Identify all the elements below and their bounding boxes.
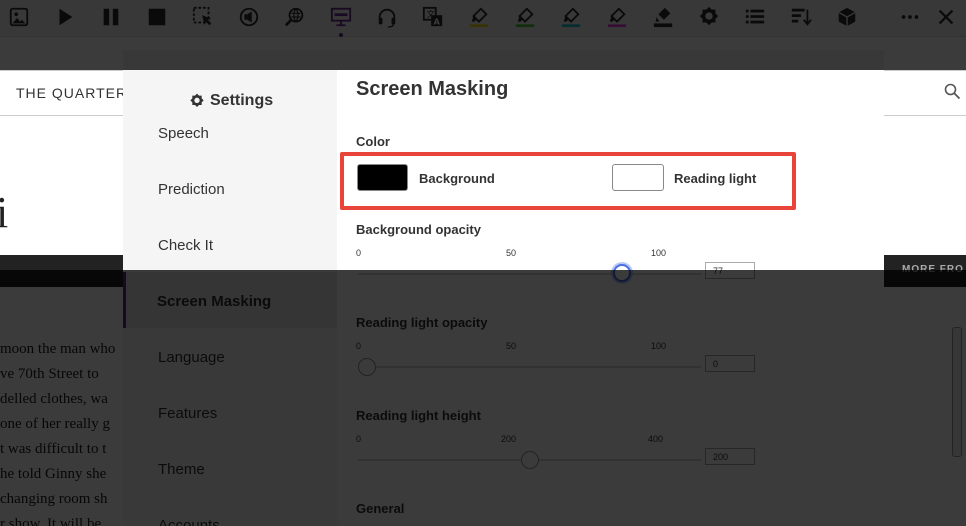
highlighter-magenta-icon[interactable] bbox=[603, 3, 631, 31]
sidebar-item-theme[interactable]: Theme bbox=[158, 461, 205, 478]
reading-light-opacity-slider-thumb[interactable] bbox=[358, 358, 376, 376]
reading-light-color-swatch[interactable] bbox=[612, 164, 664, 191]
sidebar-item-accounts[interactable]: Accounts bbox=[158, 517, 220, 526]
article-line: one of her really g bbox=[0, 416, 110, 432]
background-color-swatch[interactable] bbox=[357, 164, 408, 191]
article-scrollbar[interactable] bbox=[952, 327, 962, 457]
settings-title: Settings bbox=[189, 92, 273, 110]
translate-icon[interactable]: 文A bbox=[419, 3, 447, 31]
highlighter-cyan-icon[interactable] bbox=[557, 3, 585, 31]
panel-title: Screen Masking bbox=[356, 78, 509, 100]
background-opacity-slider-thumb[interactable] bbox=[613, 264, 632, 282]
highlighter-green-icon[interactable] bbox=[511, 3, 539, 31]
more-icon[interactable] bbox=[896, 3, 924, 31]
cube-icon[interactable] bbox=[833, 3, 861, 31]
settings-title-text: Settings bbox=[210, 92, 274, 109]
sidebar-item-screen-masking[interactable]: Screen Masking bbox=[157, 293, 271, 310]
search-icon[interactable] bbox=[944, 83, 960, 99]
reading-light-opacity-input[interactable] bbox=[705, 355, 755, 372]
sidebar-item-language[interactable]: Language bbox=[158, 349, 225, 366]
tick-label: 100 bbox=[651, 248, 667, 258]
tick-label: 0 bbox=[356, 341, 362, 351]
tick-label: 50 bbox=[506, 248, 517, 258]
article-line: t was difficult to t bbox=[0, 441, 107, 457]
general-label: General bbox=[356, 501, 405, 516]
web-search-icon[interactable] bbox=[281, 3, 309, 31]
list-icon[interactable] bbox=[741, 3, 769, 31]
highlighter-yellow-icon[interactable] bbox=[465, 3, 493, 31]
gear-icon bbox=[190, 93, 204, 107]
close-icon[interactable] bbox=[932, 3, 960, 31]
sidebar-item-speech[interactable]: Speech bbox=[158, 125, 209, 142]
reading-light-opacity-track[interactable] bbox=[358, 366, 701, 368]
picture-icon[interactable] bbox=[5, 3, 33, 31]
tick-label: 0 bbox=[356, 248, 362, 258]
dialog-top-strip bbox=[123, 50, 884, 70]
article-line: delled clothes, wa bbox=[0, 391, 108, 407]
sidebar-item-check-it[interactable]: Check It bbox=[158, 237, 213, 254]
reading-light-height-label: Reading light height bbox=[356, 408, 481, 423]
color-label: Color bbox=[356, 134, 390, 149]
article-nav-title: THE QUARTER bbox=[16, 85, 128, 101]
article-line: ve 70th Street to bbox=[0, 366, 99, 382]
screen-masking-panel: Screen Masking Color Background Reading … bbox=[337, 70, 884, 526]
toolbar: 文A bbox=[0, 0, 966, 37]
article-line: he told Ginny she bbox=[0, 466, 107, 482]
svg-text:A: A bbox=[433, 16, 440, 26]
read-aloud-icon[interactable] bbox=[235, 3, 263, 31]
tick-label: 0 bbox=[356, 434, 362, 444]
sidebar-item-prediction[interactable]: Prediction bbox=[158, 181, 225, 198]
settings-gear-icon[interactable] bbox=[695, 3, 723, 31]
settings-sidebar: Settings Speech Prediction Check It Scre… bbox=[123, 70, 337, 526]
article-line: moon the man who bbox=[0, 341, 116, 357]
reading-light-height-input[interactable] bbox=[705, 448, 755, 465]
sort-icon[interactable] bbox=[787, 3, 815, 31]
tick-label: 200 bbox=[501, 434, 517, 444]
headset-icon[interactable] bbox=[373, 3, 401, 31]
article-body: moon the man who ve 70th Street to delle… bbox=[0, 337, 135, 526]
tick-label: 100 bbox=[651, 341, 667, 351]
stop-icon[interactable] bbox=[143, 3, 171, 31]
select-tool-icon[interactable] bbox=[189, 3, 217, 31]
article-line: changing room sh bbox=[0, 491, 108, 507]
reading-light-height-slider-thumb[interactable] bbox=[520, 451, 539, 469]
more-from-label[interactable]: MORE FRO bbox=[902, 264, 964, 275]
background-opacity-input[interactable] bbox=[705, 262, 755, 279]
article-headline-fragment: i bbox=[0, 188, 9, 237]
sidebar-item-features[interactable]: Features bbox=[158, 405, 217, 422]
background-color-label: Background bbox=[419, 171, 495, 186]
play-icon[interactable] bbox=[51, 3, 79, 31]
tick-label: 400 bbox=[648, 434, 664, 444]
background-opacity-label: Background opacity bbox=[356, 222, 481, 237]
reading-light-color-label: Reading light bbox=[674, 171, 757, 186]
settings-dialog: Settings Speech Prediction Check It Scre… bbox=[123, 50, 884, 526]
clear-highlights-icon[interactable] bbox=[649, 3, 677, 31]
screen-masking-icon[interactable] bbox=[327, 3, 355, 37]
tick-label: 50 bbox=[506, 341, 517, 351]
reading-light-opacity-label: Reading light opacity bbox=[356, 315, 488, 330]
pause-icon[interactable] bbox=[97, 3, 125, 31]
background-opacity-track[interactable] bbox=[358, 273, 701, 275]
article-line: r show. It will be bbox=[0, 516, 102, 526]
